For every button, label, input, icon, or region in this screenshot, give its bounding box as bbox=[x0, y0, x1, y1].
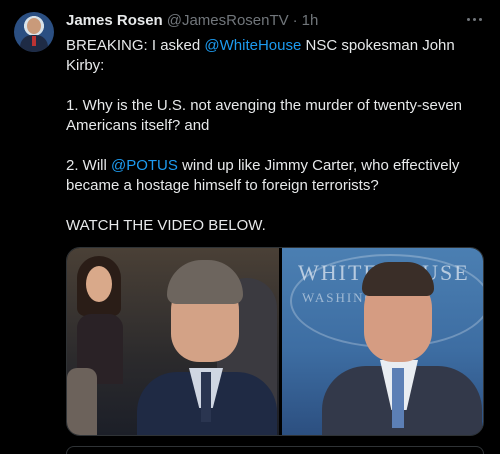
background-person bbox=[67, 368, 97, 435]
background-person bbox=[77, 256, 123, 384]
timestamp[interactable]: 1h bbox=[302, 12, 319, 29]
question-1: 1. Why is the U.S. not avenging the murd… bbox=[66, 97, 463, 134]
text-segment: 2. Will bbox=[66, 157, 111, 174]
separator: · bbox=[292, 12, 298, 29]
video-media[interactable]: WHITE HOUSE WASHINGTON bbox=[66, 247, 484, 436]
next-card-edge bbox=[66, 446, 484, 454]
tweet-line-1: BREAKING: I asked @WhiteHouse NSC spokes… bbox=[66, 36, 486, 76]
author-handle[interactable]: @JamesRosenTV bbox=[167, 12, 289, 29]
reporter-figure bbox=[127, 260, 277, 435]
question-2: 2. Will @POTUS wind up like Jimmy Carter… bbox=[66, 156, 486, 196]
tweet-header: James Rosen @JamesRosenTV · 1h bbox=[66, 12, 486, 29]
text-segment: BREAKING: I asked bbox=[66, 37, 205, 54]
call-to-action: WATCH THE VIDEO BELOW. bbox=[66, 217, 266, 234]
more-horizontal-icon[interactable] bbox=[462, 10, 486, 28]
avatar-tie bbox=[32, 36, 36, 46]
spokesman-figure bbox=[312, 256, 482, 435]
avatar[interactable] bbox=[14, 12, 54, 52]
video-panel-spokesman[interactable]: WHITE HOUSE WASHINGTON bbox=[282, 248, 483, 435]
mention-whitehouse[interactable]: @WhiteHouse bbox=[204, 37, 301, 54]
avatar-head bbox=[27, 18, 41, 34]
tweet-text: BREAKING: I asked @WhiteHouse NSC spokes… bbox=[66, 36, 486, 236]
video-panel-reporter[interactable] bbox=[67, 248, 279, 435]
author-name[interactable]: James Rosen bbox=[66, 12, 163, 29]
mention-potus[interactable]: @POTUS bbox=[111, 157, 178, 174]
